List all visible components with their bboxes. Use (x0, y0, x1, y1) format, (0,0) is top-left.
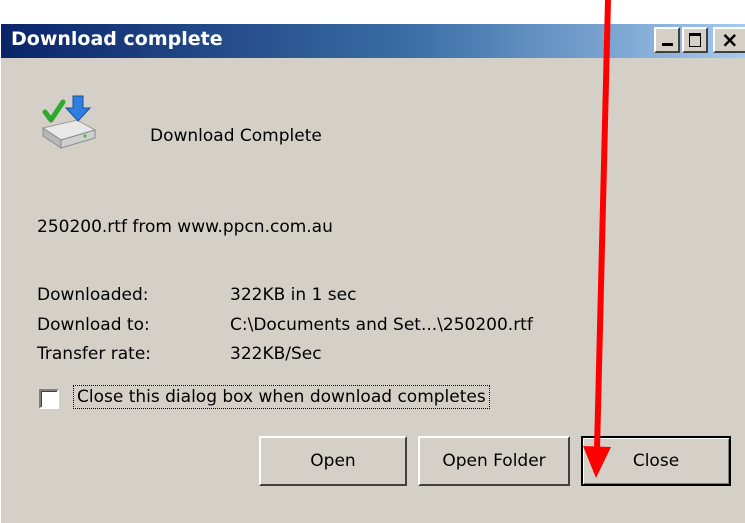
title-close-button[interactable]: × (713, 27, 745, 53)
window-title: Download complete (11, 28, 223, 50)
close-button[interactable]: Close (581, 436, 731, 486)
close-icon: × (721, 28, 739, 52)
downloaded-value: 322KB in 1 sec (230, 285, 357, 305)
close-when-done-checkbox[interactable] (39, 389, 59, 409)
file-source-text: 250200.rtf from www.ppcn.com.au (37, 217, 333, 237)
maximize-button[interactable] (682, 27, 708, 53)
transfer-rate-value: 322KB/Sec (230, 344, 322, 364)
close-when-done-label[interactable]: Close this dialog box when download comp… (73, 385, 490, 409)
download-complete-icon (41, 95, 97, 149)
title-bar[interactable]: Download complete × (1, 24, 745, 58)
close-button-label: Close (632, 451, 680, 471)
open-folder-button-label: Open Folder (442, 451, 546, 471)
open-button[interactable]: Open (259, 436, 407, 486)
download-complete-dialog: Download complete × Download Complete 25… (0, 24, 745, 523)
download-to-value: C:\Documents and Set...\250200.rtf (230, 315, 533, 335)
open-button-label: Open (310, 451, 356, 471)
download-to-label: Download to: (37, 315, 150, 335)
open-folder-button[interactable]: Open Folder (418, 436, 570, 486)
minimize-button[interactable] (654, 27, 680, 53)
download-complete-heading: Download Complete (150, 126, 322, 146)
downloaded-label: Downloaded: (37, 285, 149, 305)
transfer-rate-label: Transfer rate: (37, 344, 152, 364)
